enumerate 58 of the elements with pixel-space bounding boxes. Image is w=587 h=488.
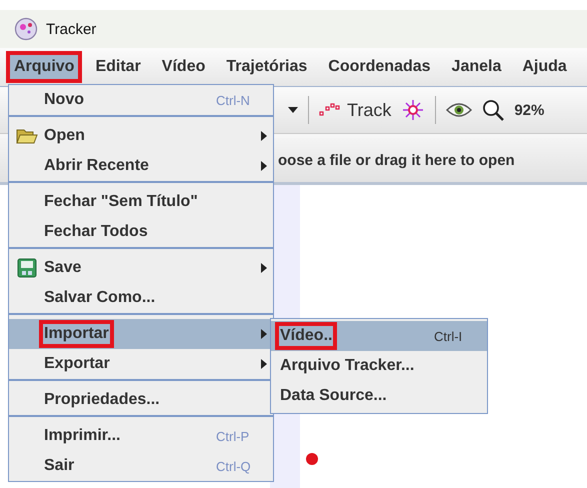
menu-item[interactable]: Ajuda (514, 51, 575, 83)
menu-item-label: Novo (43, 90, 85, 110)
submenu-arrow-icon (261, 131, 267, 141)
open-file-hint: oose a file or drag it here to open (278, 152, 515, 168)
submenu-arrow-icon (261, 359, 267, 369)
menu-item[interactable]: Arquivo (6, 51, 82, 83)
zoom-icon[interactable] (482, 99, 504, 121)
menu-item[interactable]: Fechar Todos (9, 217, 273, 247)
shortcut-label: Ctrl-I (434, 328, 462, 344)
menu-item[interactable]: Importar (9, 319, 273, 349)
app-logo-icon (14, 17, 38, 41)
starburst-icon[interactable] (401, 98, 426, 122)
menu-item-label: Propriedades... (43, 390, 161, 410)
menu-item[interactable]: Vídeo.. Ctrl-I (271, 321, 487, 351)
menu-item[interactable]: Vídeo (154, 51, 214, 83)
menu-item-label: Open (43, 126, 86, 146)
menu-item[interactable]: Salvar Como... (9, 283, 273, 313)
menu-item[interactable]: Open (9, 121, 273, 151)
menu-item-label: Fechar "Sem Título" (43, 192, 199, 212)
zoom-level[interactable]: 92% (514, 102, 544, 118)
menu-item[interactable]: Fechar "Sem Título" (9, 187, 273, 217)
menu-item[interactable]: Arquivo Tracker... (271, 351, 487, 381)
menu-item[interactable]: Data Source... (271, 381, 487, 411)
menu-item[interactable]: Imprimir... Ctrl-P (9, 421, 273, 451)
folder-icon (16, 127, 38, 145)
menu-item-label: Arquivo Tracker... (279, 356, 416, 376)
menu-item[interactable]: Editar (87, 51, 149, 83)
eye-icon[interactable] (446, 102, 472, 118)
shortcut-label: Ctrl-P (216, 428, 250, 444)
dropdown-caret-icon[interactable] (288, 107, 298, 113)
shortcut-label: Ctrl-N (216, 92, 250, 108)
submenu-arrow-icon (261, 263, 267, 273)
menu-item-label: Salvar Como... (43, 288, 156, 308)
menu-item-label: Exportar (43, 354, 111, 374)
menu-item-label: Imprimir... (43, 426, 122, 446)
window-title: Tracker (46, 20, 96, 38)
menu-item[interactable]: Coordenadas (320, 51, 439, 83)
submenu-arrow-icon (261, 329, 267, 339)
menu-item-label: Fechar Todos (43, 222, 149, 242)
menu-item-label: Data Source... (279, 386, 388, 406)
menu-item[interactable]: Novo Ctrl-N (9, 85, 273, 115)
shortcut-label: Ctrl-Q (216, 458, 251, 474)
menu-item[interactable]: Janela (444, 51, 510, 83)
track-button[interactable]: Track (319, 100, 392, 120)
menu-item[interactable]: Exportar (9, 349, 273, 379)
point-marker (306, 453, 318, 465)
menu-item-label: Abrir Recente (43, 156, 150, 176)
submenu-arrow-icon (261, 161, 267, 171)
menu-item-label: Importar (39, 320, 114, 348)
menu-item[interactable]: Propriedades... (9, 385, 273, 415)
menu-item-label: Vídeo.. (275, 322, 338, 350)
menu-item-label: Sair (43, 456, 76, 476)
menu-item[interactable]: Sair Ctrl-Q (9, 451, 273, 481)
dots-icon (319, 103, 341, 117)
menu-item-label: Save (43, 258, 82, 278)
menu-item[interactable]: Abrir Recente (9, 151, 273, 181)
menu-item[interactable]: Save (9, 253, 273, 283)
menu-item[interactable]: Trajetórias (218, 51, 316, 83)
